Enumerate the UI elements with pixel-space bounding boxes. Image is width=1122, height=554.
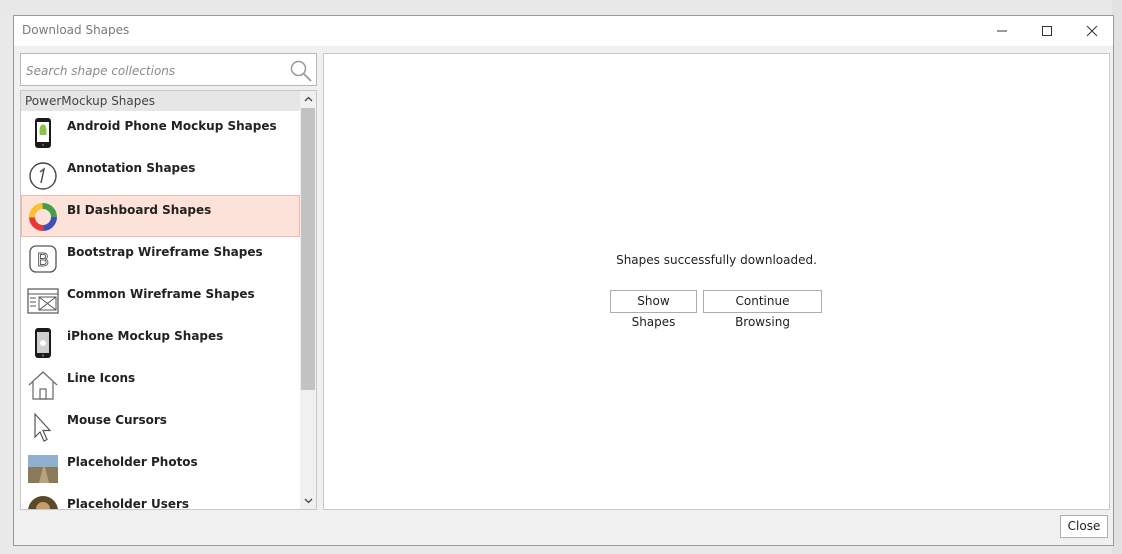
list-item[interactable]: Annotation Shapes bbox=[21, 153, 300, 195]
iphone-icon bbox=[35, 328, 51, 358]
list-item-label: Mouse Cursors bbox=[67, 413, 167, 427]
search-input[interactable] bbox=[24, 57, 286, 84]
list-item-label: Bootstrap Wireframe Shapes bbox=[67, 245, 263, 259]
user-photo-icon bbox=[28, 496, 58, 509]
list-item-label: Common Wireframe Shapes bbox=[67, 287, 255, 301]
minimize-button[interactable] bbox=[979, 16, 1024, 46]
list-item[interactable]: iPhone Mockup Shapes bbox=[21, 321, 300, 363]
maximize-button[interactable] bbox=[1024, 16, 1069, 46]
list-item[interactable]: Placeholder Photos bbox=[21, 447, 300, 489]
photo-icon bbox=[28, 455, 58, 483]
close-icon bbox=[1086, 25, 1097, 37]
scroll-thumb[interactable] bbox=[301, 108, 315, 390]
list-item-label: Android Phone Mockup Shapes bbox=[67, 119, 277, 133]
list-item[interactable]: B Bootstrap Wireframe Shapes bbox=[21, 237, 300, 279]
continue-browsing-button[interactable]: Continue Browsing bbox=[703, 290, 822, 329]
bootstrap-icon: B bbox=[29, 245, 57, 273]
annotation-icon bbox=[29, 162, 57, 190]
svg-text:B: B bbox=[37, 250, 49, 271]
chevron-down-icon bbox=[304, 498, 312, 504]
list-item-selected[interactable]: BI Dashboard Shapes bbox=[21, 195, 300, 237]
close-button[interactable]: Close bbox=[1060, 515, 1108, 538]
house-icon bbox=[28, 371, 58, 400]
show-shapes-button[interactable]: Show Shapes bbox=[610, 290, 697, 329]
list-scrollbar[interactable] bbox=[300, 91, 316, 509]
list-item-label: BI Dashboard Shapes bbox=[67, 203, 212, 217]
list-item-label: iPhone Mockup Shapes bbox=[67, 329, 224, 343]
list-item-label: Line Icons bbox=[67, 371, 136, 385]
search-box bbox=[20, 53, 317, 86]
search-icon[interactable] bbox=[289, 59, 313, 83]
window-title: Download Shapes bbox=[22, 23, 130, 37]
window-close-button[interactable] bbox=[1069, 16, 1114, 46]
content-panel: Shapes successfully downloaded. Show Sha… bbox=[323, 53, 1110, 510]
minimize-icon bbox=[996, 30, 1007, 32]
collection-items: Android Phone Mockup Shapes Annotation S… bbox=[21, 111, 300, 510]
background-top bbox=[0, 0, 1122, 14]
list-item[interactable]: Android Phone Mockup Shapes bbox=[21, 111, 300, 153]
wireframe-icon bbox=[27, 288, 59, 314]
cursor-icon bbox=[34, 412, 52, 442]
group-header: PowerMockup Shapes bbox=[21, 91, 300, 111]
list-item[interactable]: Common Wireframe Shapes bbox=[21, 279, 300, 321]
status-message: Shapes successfully downloaded. bbox=[616, 253, 817, 267]
list-item-label: Placeholder Users bbox=[67, 497, 190, 510]
list-item-label: Annotation Shapes bbox=[67, 161, 196, 175]
scroll-up-button[interactable] bbox=[300, 91, 316, 107]
list-item[interactable]: Mouse Cursors bbox=[21, 405, 300, 447]
chevron-up-icon bbox=[304, 96, 312, 102]
maximize-icon bbox=[1041, 26, 1052, 36]
list-item-label: Placeholder Photos bbox=[67, 455, 198, 469]
download-shapes-dialog: Download Shapes PowerMockup Shapes bbox=[13, 15, 1114, 546]
title-bar: Download Shapes bbox=[14, 16, 1113, 46]
list-item[interactable]: Placeholder Users bbox=[21, 489, 300, 510]
collection-list: PowerMockup Shapes Android Phone Mockup … bbox=[20, 90, 317, 510]
list-item[interactable]: Line Icons bbox=[21, 363, 300, 405]
donut-chart-icon bbox=[29, 203, 57, 231]
scroll-down-button[interactable] bbox=[300, 493, 316, 509]
android-phone-icon bbox=[35, 118, 51, 148]
